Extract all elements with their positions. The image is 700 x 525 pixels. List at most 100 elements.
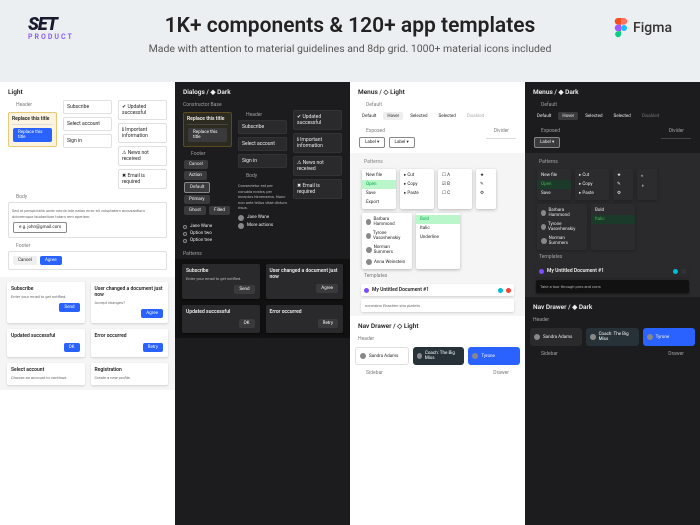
chip[interactable]: Primary [184, 195, 210, 204]
nav-card[interactable]: Coach: The Big Miss [413, 347, 465, 365]
toolbar-btn[interactable] [673, 269, 678, 274]
dropdown-item[interactable]: ✎ [476, 180, 496, 189]
menu-item: Disabled [463, 112, 488, 120]
dropdown-menu[interactable]: ◐ ◑ [637, 169, 657, 200]
app-icon[interactable] [364, 288, 369, 293]
default-label: Default [533, 100, 692, 110]
dropdown-item[interactable]: ▸ Copy [400, 180, 434, 189]
menu-item[interactable]: Selected [610, 112, 635, 120]
replace-chip[interactable]: Replace this title [188, 128, 227, 142]
exposed-chip[interactable]: Label ▾ [534, 137, 560, 148]
nav-name: Tyrone [481, 354, 495, 359]
card-action[interactable]: OK [239, 319, 255, 328]
dropdown-item[interactable]: Bold [591, 206, 635, 215]
dropdown-item[interactable]: ✎ [613, 180, 633, 189]
list-label[interactable]: More actions [247, 223, 273, 228]
dropdown-item[interactable]: ◐ [637, 171, 657, 181]
cancel-btn[interactable]: Cancel [184, 160, 208, 169]
action-btn[interactable]: Action [184, 171, 207, 180]
avatar-icon [360, 353, 366, 359]
radio-icon[interactable] [183, 225, 187, 229]
dropdown-item[interactable]: ⚙ [613, 189, 633, 198]
avatar-menu[interactable]: Barbara Hammond Tyrone Vasovhenskiy Norm… [537, 204, 587, 250]
nav-card[interactable]: Coach: The Big Miss [586, 328, 638, 346]
menu-item[interactable]: Selected [435, 112, 460, 120]
dropdown-menu[interactable]: ▸ Cut ▸ Copy ▸ Paste [400, 169, 434, 209]
templates-label: Templates [531, 252, 694, 262]
dropdown-item[interactable]: ★ [613, 171, 633, 180]
card-action[interactable]: Retry [143, 343, 163, 352]
menu-item[interactable]: Selected [406, 112, 431, 120]
dropdown-menu[interactable]: ☐ A ☑ B ☐ C [438, 169, 472, 209]
menu-item[interactable]: Selected [581, 112, 606, 120]
chip[interactable]: Ghost [184, 206, 206, 215]
context-popup: normalno Ebashim sho pizdets [361, 299, 514, 312]
dropdown-item[interactable]: ☑ B [438, 180, 472, 189]
card-action[interactable]: OK [64, 343, 80, 352]
toolbar-btn[interactable] [681, 269, 686, 274]
dropdown-item[interactable]: Bold [416, 215, 460, 224]
dropdown-item[interactable]: ▸ Cut [575, 171, 609, 180]
panel-menus-light: Menus / ◇ Light Default Default Hover Se… [350, 82, 525, 525]
card-title: Select account [11, 367, 81, 373]
radio-icon[interactable] [183, 239, 187, 243]
dropdown-menu[interactable]: New file Open Save Export [362, 169, 396, 209]
dropdown-item[interactable]: ◑ [637, 181, 657, 191]
dropdown-item[interactable]: ★ [476, 171, 496, 180]
page-header: SET PRODUCT 1K+ components & 120+ app te… [0, 0, 700, 82]
dropdown-menu[interactable]: ▸ Cut ▸ Copy ▸ Paste [575, 169, 609, 200]
dropdown-item[interactable]: New file [362, 171, 396, 180]
menu-item[interactable]: Default [358, 112, 380, 120]
chip[interactable]: Filled [209, 206, 230, 215]
dropdown-item[interactable]: ▸ Cut [400, 171, 434, 180]
app-icon[interactable] [539, 269, 544, 274]
dropdown-item[interactable]: Italic [591, 215, 635, 224]
menu-item[interactable]: Hover [383, 112, 403, 120]
dropdown-menu[interactable]: New file Open Save [537, 169, 571, 200]
card-action[interactable]: Agree [141, 309, 163, 318]
card-action[interactable]: Retry [318, 319, 338, 328]
avatar-icon [238, 215, 244, 221]
header-label: Header [8, 100, 57, 110]
dropdown-menu[interactable]: ★ ✎ ⚙ [613, 169, 633, 200]
exposed-chip[interactable]: Label ▾ [389, 137, 415, 148]
dropdown-item[interactable]: ⚙ [476, 189, 496, 198]
card-action[interactable]: Send [59, 303, 79, 312]
cancel-btn[interactable]: Cancel [13, 256, 37, 265]
card-action[interactable]: Send [234, 285, 254, 294]
dropdown-item[interactable]: ☐ C [438, 189, 472, 198]
dropdown-menu[interactable]: ★ ✎ ⚙ [476, 169, 496, 209]
email-input[interactable]: e.g. john@gmail.com [13, 222, 67, 233]
card-action[interactable]: Agree [316, 284, 338, 293]
dropdown-item[interactable]: ▸ Paste [575, 189, 609, 198]
radio-icon[interactable] [183, 232, 187, 236]
dropdown-item[interactable]: New file [537, 171, 571, 180]
menu-item[interactable]: Default [533, 112, 555, 120]
dropdown-item[interactable]: ☐ A [438, 171, 472, 180]
dropdown-item[interactable]: Italic [416, 224, 460, 233]
replace-chip[interactable]: Replace this title [13, 128, 52, 142]
toolbar-btn[interactable] [506, 288, 511, 293]
dropdown-item[interactable]: Save [362, 189, 396, 198]
agree-btn[interactable]: Agree [40, 256, 62, 265]
dropdown-item[interactable]: Open [537, 180, 571, 189]
avatar-menu[interactable]: Barbara Hammond Tyrone Vasovhenskiy Norm… [362, 213, 412, 269]
dropdown-item[interactable]: Export [362, 198, 396, 207]
dropdown-item[interactable]: ▸ Copy [575, 180, 609, 189]
toolbar-btn[interactable] [498, 288, 503, 293]
nav-card[interactable]: Tyrone [468, 347, 520, 365]
dropdown-item[interactable]: Underline [416, 233, 460, 242]
avatar-icon [590, 334, 595, 340]
nav-card[interactable]: Tyrone [643, 328, 695, 346]
dropdown-menu[interactable]: Bold Italic [591, 204, 635, 250]
dropdown-item[interactable]: Save [537, 189, 571, 198]
dropdown-menu[interactable]: Bold Italic Underline [416, 213, 460, 269]
nav-card[interactable]: Sandra Adams [355, 347, 409, 365]
exposed-chip[interactable]: Label ▾ [359, 137, 385, 148]
menu-item[interactable]: Hover [558, 112, 578, 120]
chip[interactable]: Default [184, 182, 210, 193]
dropdown-item[interactable]: Open [362, 180, 396, 189]
dropdown-item[interactable]: ▸ Paste [400, 189, 434, 198]
pattern-card: Subscribe Enter your email to get notifi… [182, 264, 260, 299]
nav-card[interactable]: Sandra Adams [530, 328, 582, 346]
